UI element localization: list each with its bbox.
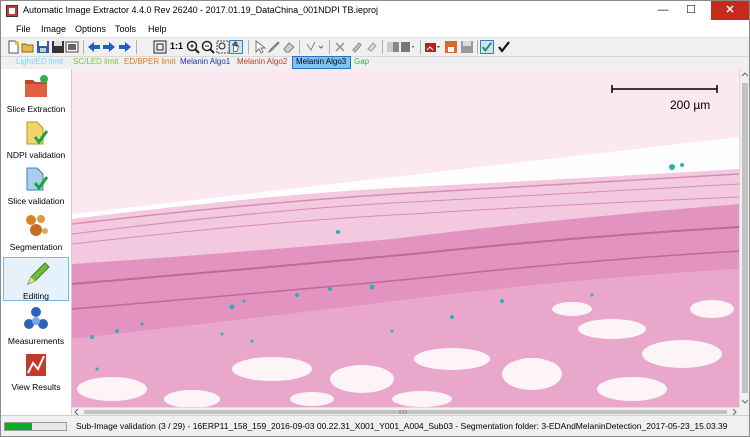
nav-label: Segmentation [9,242,63,252]
ndpi-validation-icon [26,121,49,145]
save-disabled-icon[interactable] [460,40,474,54]
workflow-sidebar: Slice Extraction NDPI validation Slice v… [1,69,72,415]
nav-measurements[interactable]: Measurements [3,303,69,347]
minimize-button[interactable]: — [649,1,677,20]
nav-label: Slice validation [7,196,65,206]
arrow-right-icon[interactable] [118,40,132,54]
toolbar: 1:1 [1,37,749,57]
menu-image[interactable]: Image [41,24,66,34]
scale-bar-label: 200 µm [670,98,711,112]
app-icon [6,5,18,17]
checkmark-icon[interactable] [497,40,511,54]
nav-editing[interactable]: Editing [3,257,69,301]
open-icon[interactable] [21,40,35,54]
nav-slice-validation[interactable]: Slice validation [3,163,69,207]
nav-label: NDPI validation [6,150,66,160]
eraser-icon[interactable] [282,40,296,54]
draw-tool-icon[interactable] [305,40,325,54]
toolbar-separator [83,40,84,54]
scroll-arrows-icon [741,72,749,404]
segmentation-icon [26,215,48,236]
nav-label: Measurements [7,336,65,346]
pencil-icon [27,262,50,285]
toolbar-separator [382,40,383,54]
menu-tools[interactable]: Tools [115,24,136,34]
arrow-left-icon[interactable] [87,40,101,54]
status-bar: Sub-Image validation (3 / 29) - 16ERP11_… [1,415,749,436]
nav-label: Editing [23,291,49,301]
menu-file[interactable]: File [16,24,31,34]
legend-sc-led-limit[interactable]: SC/LED limit [73,57,118,67]
legend-bar: Light/ED limit SC/LED limit ED/BPER limi… [1,56,749,69]
color-picker-icon[interactable] [400,40,416,54]
gradient-icon[interactable] [386,40,400,54]
export-icon[interactable] [65,40,79,54]
menu-help[interactable]: Help [148,24,167,34]
pen-icon[interactable] [267,40,281,54]
vertical-scrollbar[interactable] [739,69,749,407]
fit-icon[interactable] [153,40,167,54]
stamp-icon[interactable] [349,40,363,54]
app-window: Automatic Image Extractor 4.4.0 Rev 2624… [0,0,750,437]
select-icon[interactable] [253,40,267,54]
toolbar-separator [420,40,421,54]
nav-label: View Results [11,382,61,392]
title-bar: Automatic Image Extractor 4.4.0 Rev 2624… [1,1,749,22]
nav-segmentation[interactable]: Segmentation [3,209,69,253]
nav-label: Slice Extraction [6,104,66,114]
tissue-image [72,69,739,407]
cancel-icon[interactable] [333,40,347,54]
paint-icon[interactable] [365,40,379,54]
image-icon[interactable] [424,40,442,54]
toolbar-separator [477,40,478,54]
legend-melanin-algo1[interactable]: Melanin Algo1 [180,57,230,67]
toolbar-separator [136,40,137,54]
zoom-region-icon[interactable] [216,40,230,54]
save-as-icon[interactable] [51,40,65,54]
window-title: Automatic Image Extractor 4.4.0 Rev 2624… [23,5,379,15]
nav-ndpi-validation[interactable]: NDPI validation [3,117,69,161]
status-text: Sub-Image validation (3 / 29) - 16ERP11_… [76,421,728,431]
menu-options[interactable]: Options [75,24,106,34]
nav-slice-extraction[interactable]: Slice Extraction [3,71,69,115]
menu-bar: File Image Options Tools Help [1,21,749,37]
validate-icon[interactable] [480,40,494,54]
slice-validation-icon [26,167,49,191]
progress-fill [5,423,33,430]
folder-extract-icon [25,75,48,97]
legend-melanin-algo3[interactable]: Melanin Algo3 [292,56,351,69]
zoom-out-icon[interactable] [201,40,215,54]
nav-view-results[interactable]: View Results [3,349,69,393]
legend-gap[interactable]: Gap [354,57,369,67]
close-button[interactable]: ✕ [711,1,749,20]
new-icon[interactable] [6,40,20,54]
image-canvas[interactable]: 200 µm [72,69,739,407]
progress-bar [4,422,67,431]
zoom-in-icon[interactable] [186,40,200,54]
toolbar-separator [329,40,330,54]
maximize-button[interactable]: ☐ [677,1,705,20]
legend-melanin-algo2[interactable]: Melanin Algo2 [237,57,287,67]
measurements-icon [24,307,48,329]
legend-light-ed-limit[interactable]: Light/ED limit [16,57,63,67]
save-icon[interactable] [36,40,50,54]
toolbar-separator [248,40,249,54]
save-layer-icon[interactable] [444,40,458,54]
arrow-right-icon[interactable] [102,40,116,54]
legend-ed-bper-limit[interactable]: ED/BPER limit [124,57,176,67]
zoom-1-1-button[interactable]: 1:1 [170,41,183,51]
toolbar-separator [299,40,300,54]
pan-icon[interactable] [229,40,243,54]
chart-icon [26,354,46,376]
